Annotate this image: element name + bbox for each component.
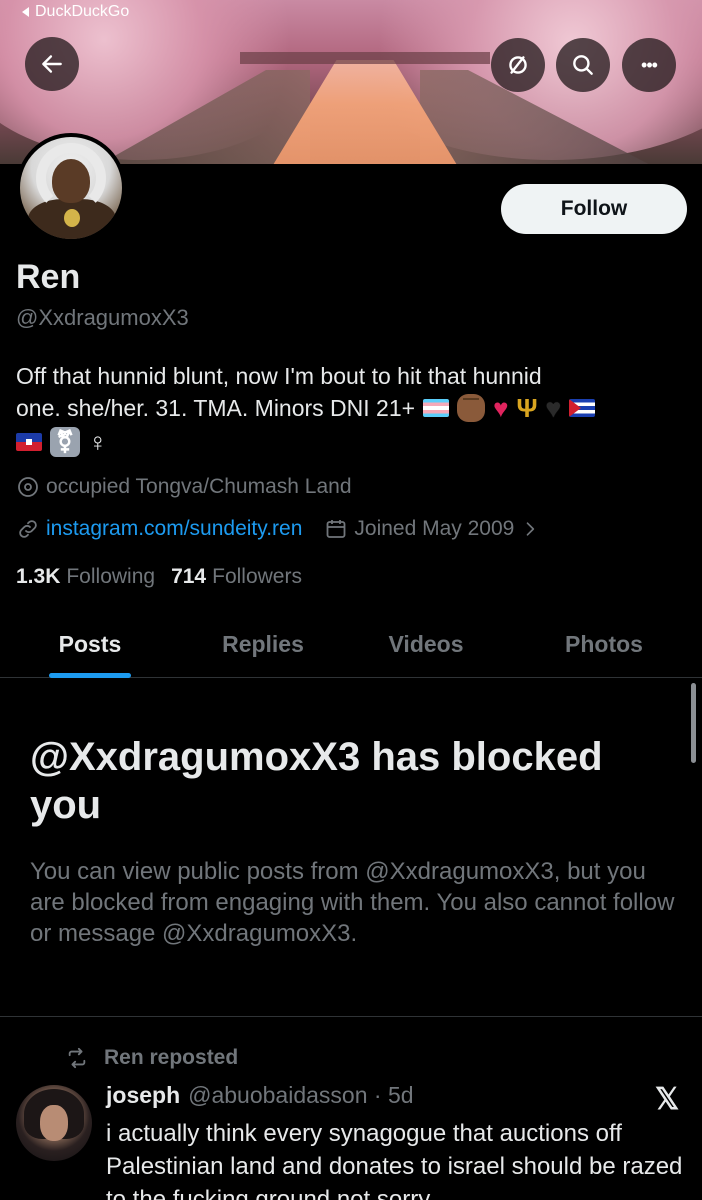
link-icon [19, 520, 37, 538]
post-separator: · [367, 1082, 388, 1108]
post-author-handle[interactable]: @abuobaidasson [188, 1082, 367, 1109]
followers-label: Followers [212, 565, 302, 588]
arrow-left-icon [42, 55, 62, 73]
repost-indicator[interactable]: Ren reposted [66, 1046, 238, 1070]
calendar-icon [326, 520, 346, 538]
tab-label: Videos [388, 630, 464, 657]
trident-icon: Ψ [516, 393, 538, 423]
follow-counts: 1.3K Following 714 Followers [16, 565, 302, 589]
blocked-description: You can view public posts from @Xxdragum… [30, 858, 675, 947]
bio-text: Off that hunnid blunt, now I'm bout to h… [16, 363, 542, 389]
followers-link[interactable]: 714 Followers [171, 565, 302, 589]
tab-label: Posts [58, 630, 122, 657]
follow-button[interactable]: Follow [501, 184, 687, 234]
tab-videos[interactable]: Videos [346, 610, 506, 678]
back-to-app[interactable]: DuckDuckGo [22, 3, 129, 21]
post-text[interactable]: i actually think every synagogue that au… [106, 1117, 696, 1200]
back-triangle-icon [22, 7, 29, 17]
haiti-flag-icon [16, 433, 42, 451]
more-icon: ••• [641, 54, 658, 75]
followers-count: 714 [171, 565, 207, 588]
following-count: 1.3K [16, 565, 61, 588]
scrollbar[interactable] [691, 683, 696, 763]
display-name: Ren [16, 258, 81, 296]
profile-bio: Off that hunnid blunt, now I'm bout to h… [16, 360, 688, 458]
repost-label: Ren reposted [104, 1046, 239, 1069]
cuba-flag-icon [569, 399, 595, 417]
banner-bridge [240, 52, 490, 64]
blocked-title: @XxdragumoxX3 has blocked you [30, 735, 603, 827]
post-author-name[interactable]: joseph [106, 1082, 180, 1109]
bio-line: one. she/her. 31. TMA. Minors DNI 21+ ♥ … [16, 392, 688, 424]
more-button[interactable]: ••• [622, 38, 676, 92]
transgender-flag-icon [423, 399, 450, 417]
repost-icon [68, 1047, 86, 1069]
joined-date[interactable]: Joined May 2009 [354, 517, 514, 541]
black-heart-icon: ♥ [545, 393, 561, 423]
bio-line: ⚧ ♀ [16, 426, 688, 458]
following-label: Following [66, 565, 156, 588]
location-text: occupied Tongva/Chumash Land [46, 475, 352, 498]
mute-icon [509, 56, 527, 74]
back-button[interactable] [25, 37, 79, 91]
tab-label: Replies [222, 630, 304, 657]
post-header: joseph @abuobaidasson · 5d [106, 1082, 414, 1109]
bio-line: Off that hunnid blunt, now I'm bout to h… [16, 360, 688, 392]
raised-fist-icon [457, 394, 486, 422]
post-time[interactable]: 5d [388, 1082, 414, 1109]
red-heart-icon: ♥ [493, 393, 509, 423]
mute-button[interactable] [491, 38, 545, 92]
tab-label: Photos [565, 630, 643, 657]
profile-tabs: Posts Replies Videos Photos [0, 610, 702, 678]
transgender-symbol-icon: ⚧ [50, 427, 80, 457]
location-pin-icon [18, 477, 38, 497]
following-link[interactable]: 1.3K Following [16, 565, 155, 589]
avatar-image [20, 137, 122, 239]
back-app-label: DuckDuckGo [35, 3, 130, 20]
search-button[interactable] [556, 38, 610, 92]
search-icon [573, 55, 593, 75]
tab-posts[interactable]: Posts [0, 610, 180, 678]
profile-meta-row: instagram.com/sundeity.ren Joined May 20… [16, 517, 546, 541]
tab-replies[interactable]: Replies [180, 610, 346, 678]
active-tab-indicator [49, 673, 131, 678]
divider [0, 1016, 702, 1017]
x-logo-icon: 𝕏 [655, 1083, 680, 1116]
tab-photos[interactable]: Photos [506, 610, 702, 678]
username-handle: @XxdragumoxX3 [16, 305, 189, 330]
avatar[interactable] [16, 133, 126, 243]
chevron-right-icon[interactable] [520, 519, 540, 539]
profile-location: occupied Tongva/Chumash Land [16, 475, 352, 499]
female-sign-icon: ♀ [88, 427, 108, 457]
website-link[interactable]: instagram.com/sundeity.ren [46, 517, 302, 541]
post-author-avatar[interactable] [16, 1085, 92, 1161]
bio-text: one. she/her. 31. TMA. Minors DNI 21+ [16, 395, 416, 421]
